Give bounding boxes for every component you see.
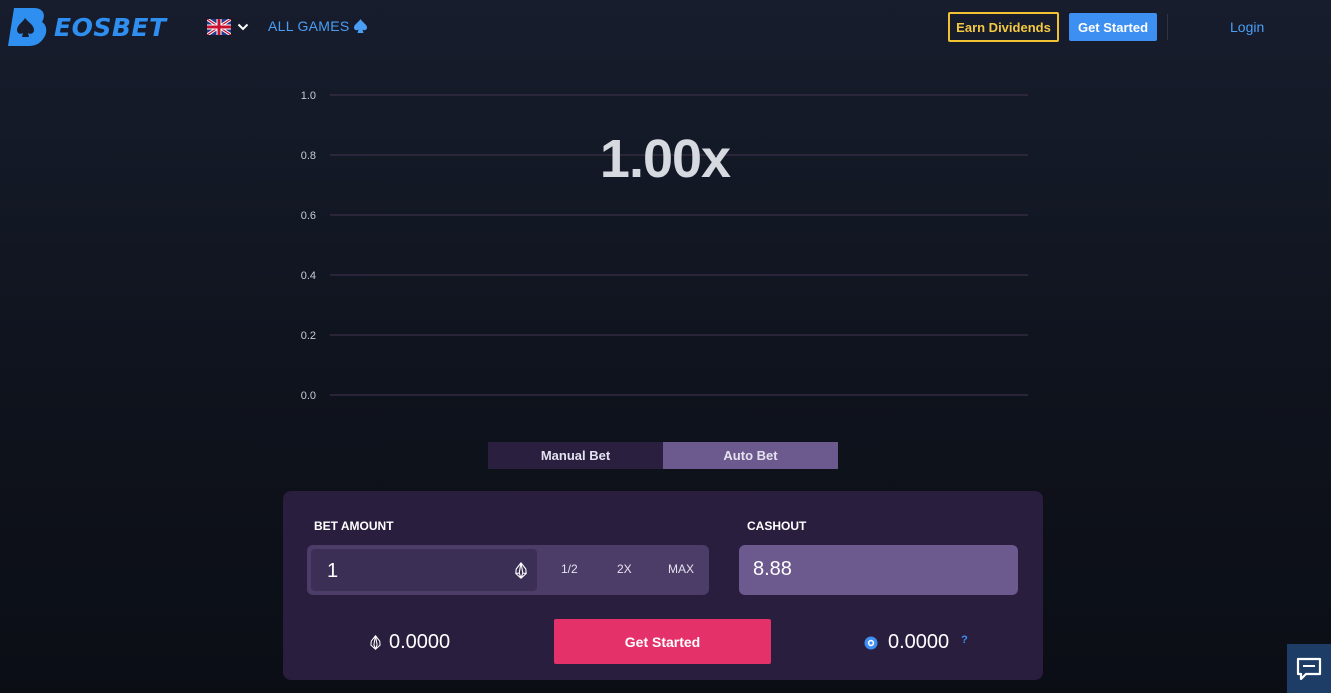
bet-amount-label: BET AMOUNT bbox=[314, 519, 394, 533]
bet-amount-value: 1 bbox=[327, 560, 339, 582]
token-balance: 0.0000 ? bbox=[864, 631, 968, 654]
max-bet-button[interactable]: MAX bbox=[668, 562, 694, 576]
top-navbar: EOSBET ALL GAMES Earn Dividends Get Star… bbox=[0, 0, 1331, 56]
multiplier-display: 1.00x bbox=[599, 129, 731, 189]
half-bet-button[interactable]: 1/2 bbox=[561, 562, 578, 576]
login-link[interactable]: Login bbox=[1230, 19, 1264, 35]
bet-amount-input[interactable]: 1 bbox=[311, 549, 537, 591]
bet-token-icon bbox=[864, 636, 878, 649]
chat-icon bbox=[1296, 657, 1322, 680]
spade-b-logo-icon bbox=[8, 8, 47, 46]
all-games-label: ALL GAMES bbox=[268, 18, 350, 34]
cashout-value: 8.88 bbox=[753, 558, 792, 580]
token-help-button[interactable]: ? bbox=[961, 634, 968, 646]
tab-auto-bet[interactable]: Auto Bet bbox=[663, 442, 838, 469]
logo-text: EOSBET bbox=[54, 12, 167, 42]
eos-balance: 0.0000 bbox=[370, 631, 450, 654]
language-selector[interactable] bbox=[207, 19, 249, 35]
get-started-header-button[interactable]: Get Started bbox=[1069, 13, 1157, 41]
bet-panel: BET AMOUNT CASHOUT 1 1/2 2X MAX 8.88 0.0… bbox=[283, 491, 1043, 680]
earn-dividends-button[interactable]: Earn Dividends bbox=[948, 12, 1059, 42]
tab-manual-bet[interactable]: Manual Bet bbox=[488, 442, 663, 469]
eos-icon bbox=[370, 635, 381, 650]
y-tick-label: 0.6 bbox=[301, 210, 316, 222]
y-tick-label: 0.0 bbox=[301, 390, 316, 402]
uk-flag-icon bbox=[207, 19, 231, 35]
cashout-input[interactable]: 8.88 bbox=[739, 545, 1018, 595]
chevron-down-icon bbox=[237, 23, 249, 31]
all-games-link[interactable]: ALL GAMES bbox=[268, 18, 367, 34]
header-divider bbox=[1167, 14, 1168, 40]
page: EOSBET ALL GAMES Earn Dividends Get Star… bbox=[0, 0, 1331, 693]
eos-icon bbox=[515, 562, 527, 579]
token-balance-value: 0.0000 bbox=[888, 631, 950, 653]
y-tick-label: 1.0 bbox=[301, 90, 316, 102]
eos-balance-value: 0.0000 bbox=[389, 631, 451, 653]
brand-logo[interactable]: EOSBET bbox=[8, 6, 167, 48]
chat-button[interactable] bbox=[1287, 644, 1331, 693]
double-bet-button[interactable]: 2X bbox=[617, 562, 632, 576]
bet-amount-group: 1 1/2 2X MAX bbox=[307, 545, 709, 595]
get-started-button[interactable]: Get Started bbox=[554, 619, 771, 664]
y-tick-label: 0.4 bbox=[301, 270, 316, 282]
bet-mode-tabs: Manual Bet Auto Bet bbox=[488, 442, 838, 469]
cashout-label: CASHOUT bbox=[747, 519, 807, 533]
spade-icon bbox=[353, 19, 367, 33]
y-tick-label: 0.2 bbox=[301, 330, 316, 342]
